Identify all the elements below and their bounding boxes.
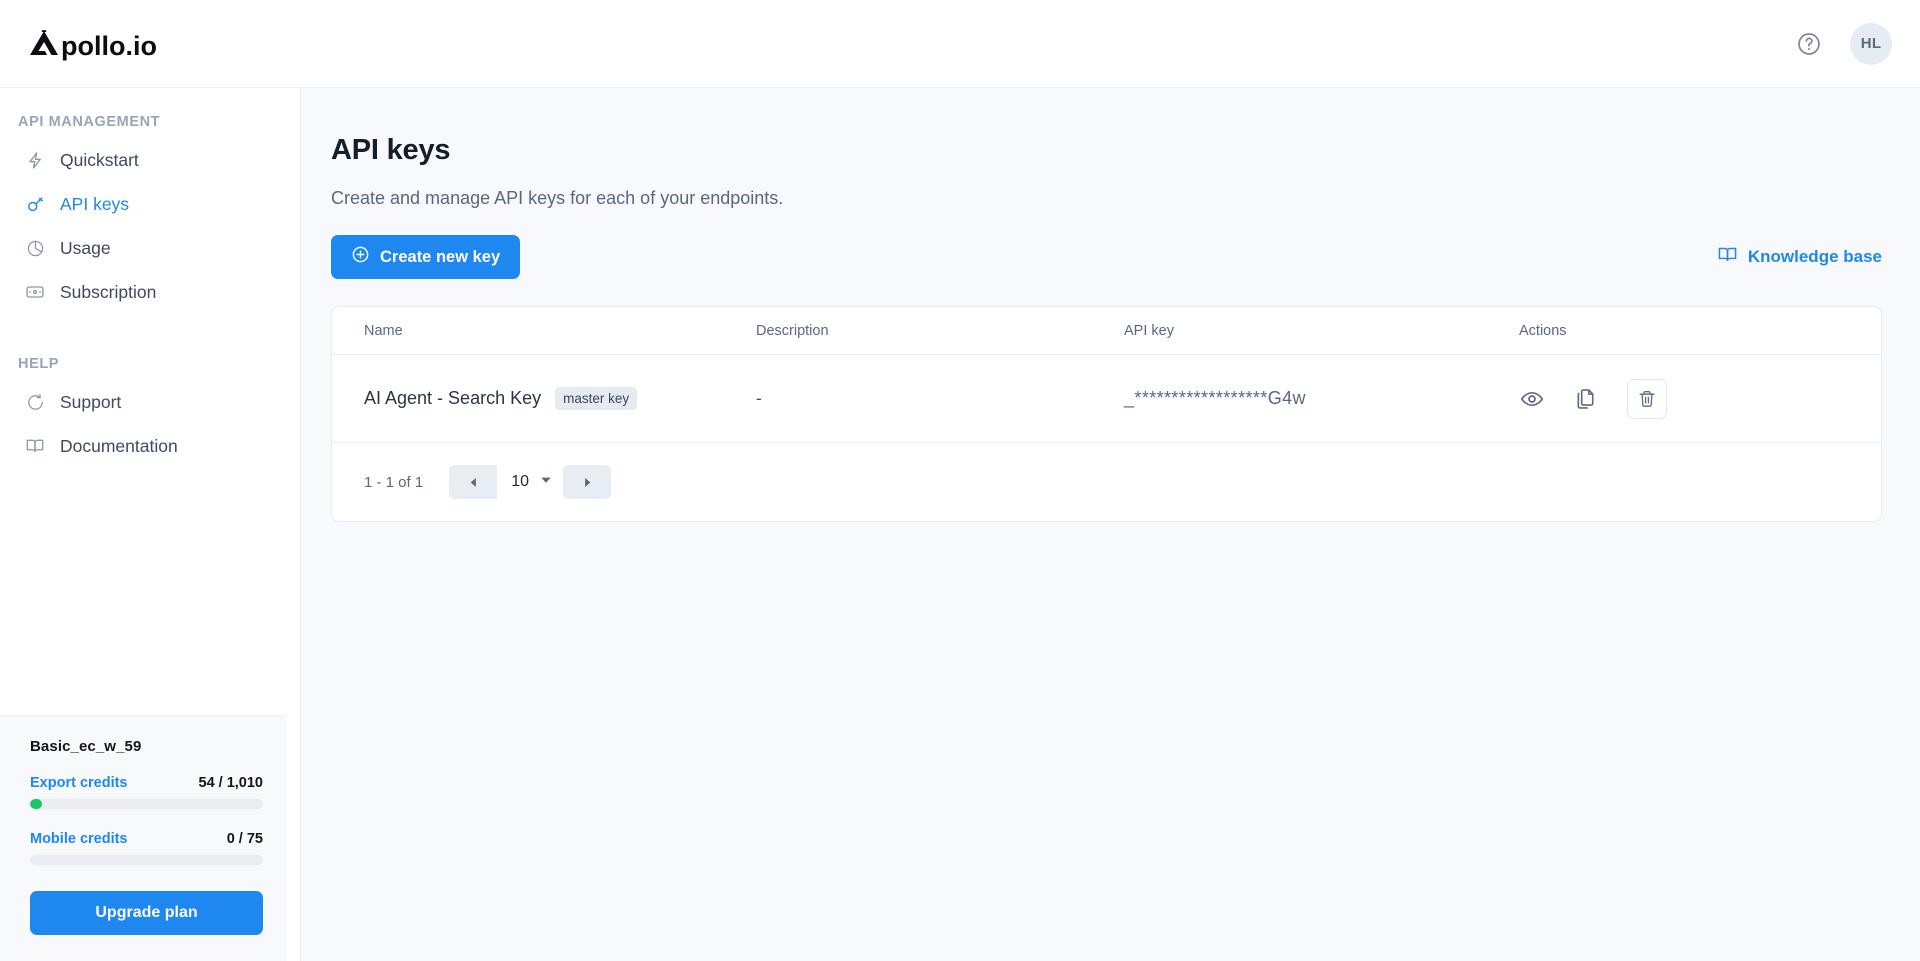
status-badge: master key bbox=[555, 387, 638, 410]
mobile-credits-value: 0 / 75 bbox=[226, 831, 263, 847]
pagination-prev-button[interactable] bbox=[449, 465, 498, 499]
book-icon bbox=[1717, 244, 1738, 270]
svg-text:pollo.io: pollo.io bbox=[61, 31, 157, 61]
plan-name: Basic_ec_w_59 bbox=[30, 738, 142, 755]
sidebar-item-label: Quickstart bbox=[60, 149, 139, 170]
sidebar-item-label: API keys bbox=[60, 193, 130, 214]
column-header-name: Name bbox=[364, 322, 403, 339]
page-size-select[interactable]: 10 bbox=[497, 465, 563, 499]
sidebar-item-api-keys[interactable]: API keys bbox=[0, 182, 300, 226]
apollo-logo[interactable]: pollo.io bbox=[28, 24, 160, 64]
cell-key-name: AI Agent - Search Key master key bbox=[364, 387, 756, 410]
action-row: Create new key Knowledge base bbox=[331, 235, 1882, 279]
page-title: API keys bbox=[331, 134, 451, 166]
question-circle-icon[interactable] bbox=[1794, 29, 1824, 59]
page-description: Create and manage API keys for each of y… bbox=[331, 188, 784, 208]
chevron-down-icon bbox=[539, 473, 553, 492]
sidebar-section-title-api-management: API MANAGEMENT bbox=[18, 114, 161, 130]
main-content: API keys Create and manage API keys for … bbox=[301, 88, 1920, 961]
cell-description: - bbox=[756, 388, 762, 408]
table-header-row: Name Description API key Actions bbox=[332, 307, 1881, 355]
pager-controls: 10 bbox=[449, 465, 611, 499]
sidebar-item-label: Documentation bbox=[60, 435, 178, 456]
export-credits-row: Export credits 54 / 1,010 bbox=[30, 775, 263, 791]
mobile-credits-bar bbox=[30, 855, 263, 865]
export-credits-bar bbox=[30, 799, 263, 809]
book-icon bbox=[24, 435, 46, 457]
avatar[interactable]: HL bbox=[1850, 22, 1892, 65]
lightning-bolt-icon bbox=[24, 149, 46, 171]
create-new-key-button[interactable]: Create new key bbox=[331, 235, 521, 279]
sidebar-item-usage[interactable]: Usage bbox=[0, 226, 300, 270]
cell-actions bbox=[1519, 378, 1849, 419]
export-credits-bar-fill bbox=[30, 799, 43, 809]
sidebar-item-label: Usage bbox=[60, 237, 111, 258]
upgrade-plan-button[interactable]: Upgrade plan bbox=[30, 891, 263, 935]
pagination-range: 1 - 1 of 1 bbox=[364, 473, 424, 491]
mobile-credits-row: Mobile credits 0 / 75 bbox=[30, 831, 263, 847]
create-new-key-label: Create new key bbox=[380, 247, 501, 266]
sidebar-item-subscription[interactable]: Subscription bbox=[0, 270, 300, 314]
export-credits-label[interactable]: Export credits bbox=[30, 775, 128, 791]
column-header-actions: Actions bbox=[1519, 322, 1567, 339]
pagination-next-button[interactable] bbox=[563, 465, 611, 499]
knowledge-base-label: Knowledge base bbox=[1747, 247, 1882, 266]
api-keys-table: Name Description API key Actions AI Agen… bbox=[331, 306, 1882, 522]
sidebar-section-title-help: HELP bbox=[18, 356, 60, 372]
mobile-credits-label[interactable]: Mobile credits bbox=[30, 831, 128, 847]
lifebuoy-icon bbox=[24, 391, 46, 413]
sidebar-item-label: Subscription bbox=[60, 281, 157, 302]
page-size-value: 10 bbox=[511, 473, 529, 490]
pie-chart-icon bbox=[24, 237, 46, 259]
key-name-text: AI Agent - Search Key bbox=[364, 388, 542, 408]
top-bar-actions: HL bbox=[1794, 22, 1892, 65]
table-row: AI Agent - Search Key master key - _****… bbox=[332, 355, 1881, 443]
sidebar: API MANAGEMENT Quickstart API keys Usage bbox=[0, 88, 301, 961]
sidebar-item-label: Support bbox=[60, 391, 122, 412]
sidebar-item-quickstart[interactable]: Quickstart bbox=[0, 138, 300, 182]
sidebar-item-support[interactable]: Support bbox=[0, 380, 300, 424]
trash-icon[interactable] bbox=[1627, 378, 1667, 419]
credit-card-icon bbox=[24, 281, 46, 303]
top-bar: pollo.io HL bbox=[0, 0, 1920, 88]
eye-icon[interactable] bbox=[1519, 386, 1545, 412]
export-credits-value: 54 / 1,010 bbox=[198, 775, 264, 791]
triangle-left-icon bbox=[470, 477, 476, 487]
plus-circle-icon bbox=[351, 245, 370, 269]
key-icon bbox=[24, 193, 46, 215]
copy-icon[interactable] bbox=[1573, 386, 1599, 412]
triangle-right-icon bbox=[584, 477, 590, 487]
knowledge-base-link[interactable]: Knowledge base bbox=[1717, 244, 1882, 270]
column-header-api-key: API key bbox=[1124, 322, 1174, 339]
pagination: 1 - 1 of 1 10 bbox=[332, 443, 1881, 521]
sidebar-item-documentation[interactable]: Documentation bbox=[0, 424, 300, 468]
plan-card: Basic_ec_w_59 Export credits 54 / 1,010 … bbox=[0, 715, 287, 961]
cell-api-key-masked: _******************G4w bbox=[1124, 388, 1306, 408]
column-header-description: Description bbox=[756, 322, 829, 339]
